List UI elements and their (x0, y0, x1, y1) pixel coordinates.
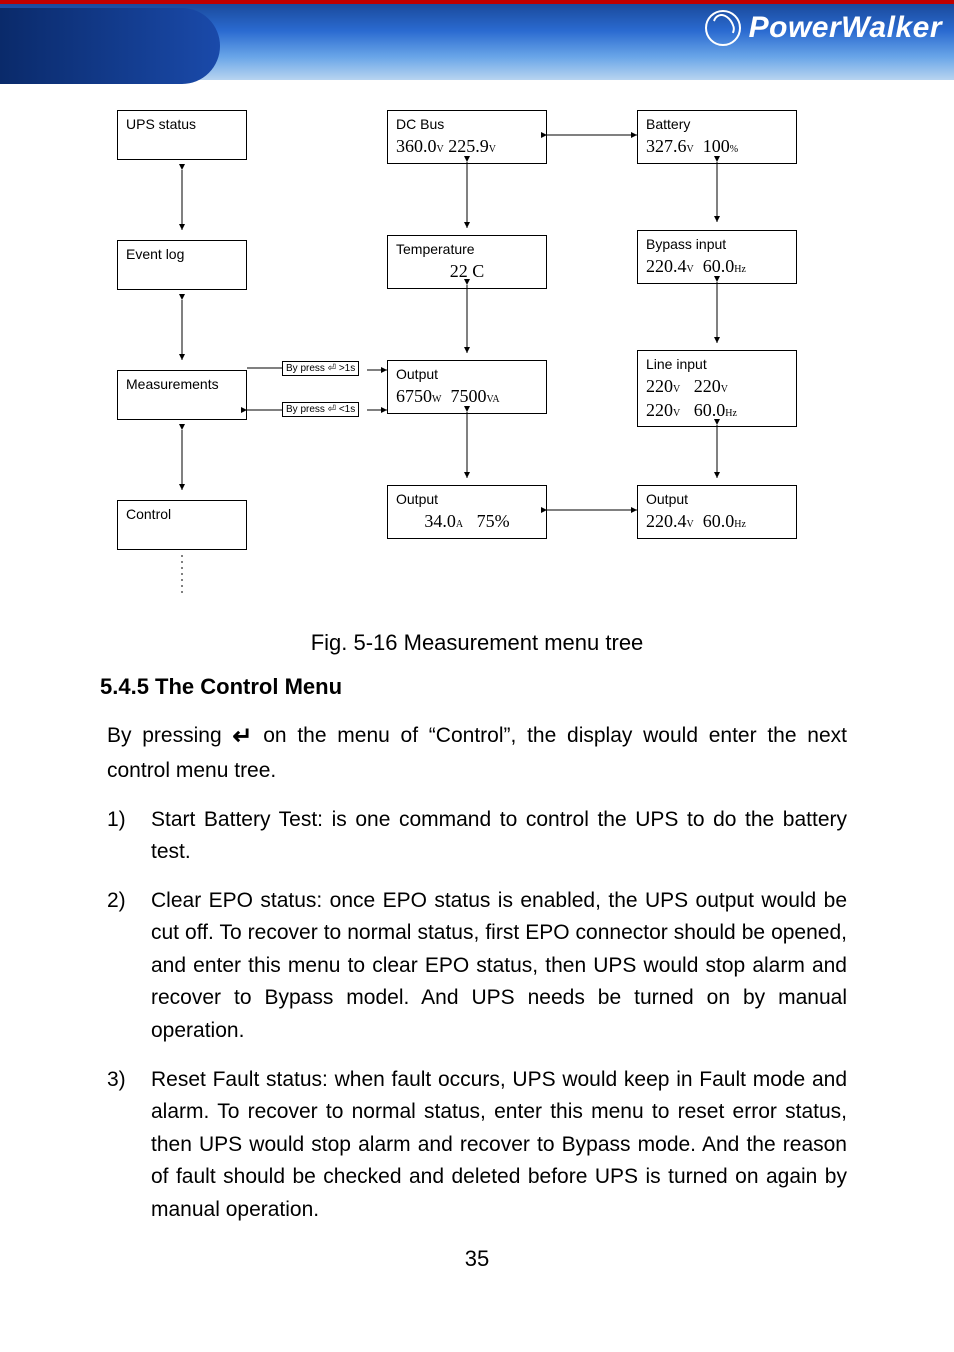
section-heading: 5.4.5 The Control Menu (100, 674, 954, 700)
node-dc-bus: DC Bus 360.0V 225.9V (387, 110, 547, 164)
node-output-wva: Output 6750W 7500VA (387, 360, 547, 414)
node-temperature: Temperature 22 C (387, 235, 547, 289)
list-text: Reset Fault status: when fault occurs, U… (151, 1064, 847, 1227)
header-band: PowerWalker (0, 0, 954, 80)
node-measurements: Measurements (117, 370, 247, 420)
intro-paragraph: By pressing ↵ on the menu of “Control”, … (107, 718, 847, 788)
list-number: 3) (107, 1064, 151, 1227)
page-number: 35 (0, 1246, 954, 1272)
node-line-input: Line input 220V 220V 220V 60.0Hz (637, 350, 797, 427)
measurement-menu-diagram: UPS status Event log Measurements Contro… (87, 100, 867, 620)
node-control: Control (117, 500, 247, 550)
node-bypass-input: Bypass input 220.4V 60.0Hz (637, 230, 797, 284)
list-item: 2) Clear EPO status: once EPO status is … (107, 885, 847, 1048)
node-event-log: Event log (117, 240, 247, 290)
list-item: 3) Reset Fault status: when fault occurs… (107, 1064, 847, 1227)
brand-name: PowerWalker (749, 11, 942, 45)
node-output-vhz: Output 220.4V 60.0Hz (637, 485, 797, 539)
header-tab (0, 8, 220, 84)
node-output-a: Output 34.0A 75% (387, 485, 547, 539)
node-battery: Battery 327.6V 100% (637, 110, 797, 164)
brand-logo: PowerWalker (705, 10, 942, 46)
enter-icon: ↵ (232, 718, 252, 755)
press-lt-label: By press ⏎ <1s (282, 402, 359, 417)
list-item: 1) Start Battery Test: is one command to… (107, 804, 847, 869)
figure-caption: Fig. 5-16 Measurement menu tree (0, 630, 954, 656)
list-text: Start Battery Test: is one command to co… (151, 804, 847, 869)
list-number: 1) (107, 804, 151, 869)
plug-icon (705, 10, 741, 46)
press-gt-label: By press ⏎ >1s (282, 361, 359, 376)
list-number: 2) (107, 885, 151, 1048)
node-ups-status: UPS status (117, 110, 247, 160)
list-text: Clear EPO status: once EPO status is ena… (151, 885, 847, 1048)
